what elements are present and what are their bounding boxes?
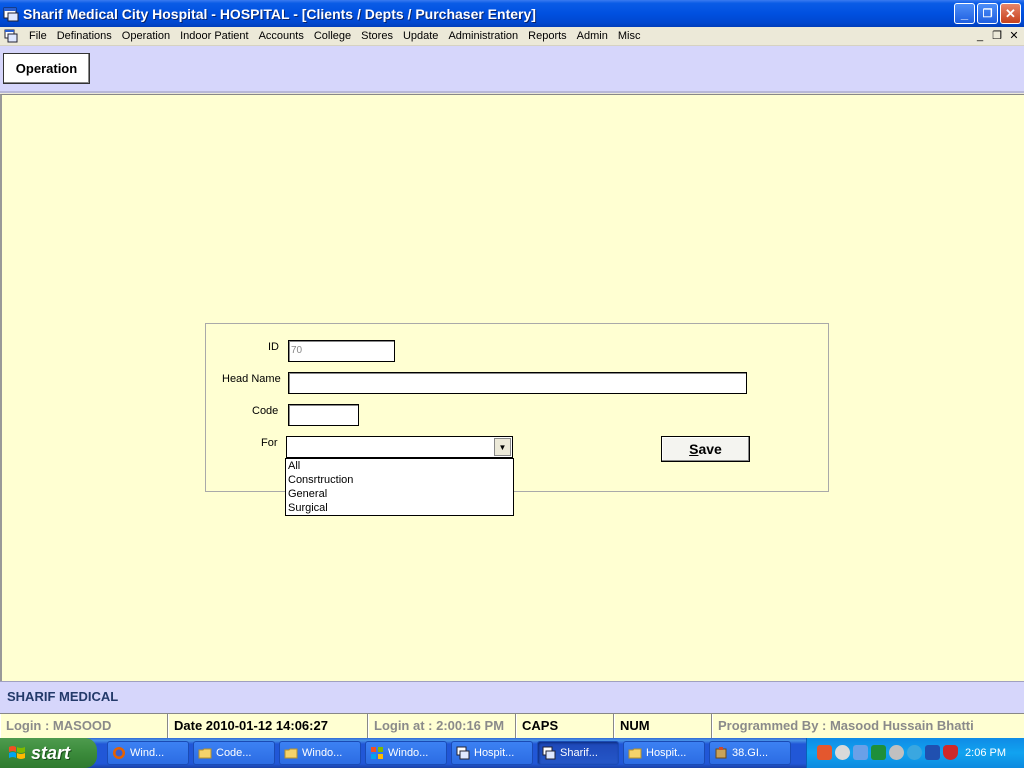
operation-button[interactable]: Operation (3, 53, 90, 84)
code-label: Code (252, 405, 279, 417)
for-option-general[interactable]: General (286, 487, 513, 501)
taskbar: start Wind... Code... Windo... Windo... … (0, 738, 1024, 768)
folder-icon (284, 748, 298, 759)
mdi-close-button[interactable]: ✕ (1006, 29, 1022, 43)
taskbar-item-label: Sharif... (560, 747, 598, 759)
status-caps: CAPS (516, 714, 614, 739)
mdi-minimize-button[interactable]: _ (972, 29, 988, 43)
menu-operation[interactable]: Operation (117, 27, 175, 46)
for-option-surgical[interactable]: Surgical (286, 501, 513, 515)
tray-smiley-icon[interactable] (835, 745, 850, 760)
menu-accounts[interactable]: Accounts (254, 27, 309, 46)
save-button[interactable]: Save (661, 436, 750, 462)
mdi-restore-button[interactable]: ❐ (989, 29, 1005, 43)
save-button-label: Save (689, 441, 722, 457)
brand-bar: SHARIF MEDICAL (0, 681, 1024, 713)
menu-stores[interactable]: Stores (356, 27, 398, 46)
taskbar-item-sharif-active[interactable]: Sharif... (537, 741, 619, 765)
code-field[interactable] (288, 404, 359, 426)
for-dropdown-list: All Consrtruction General Surgical (285, 458, 514, 516)
tray-network-icon[interactable] (853, 745, 868, 760)
taskbar-item-label: 38.GI... (732, 747, 769, 759)
status-date: Date 2010-01-12 14:06:27 (168, 714, 368, 739)
taskbar-item-windows-app[interactable]: Windo... (365, 741, 447, 765)
start-label: start (31, 742, 71, 763)
taskbar-clock[interactable]: 2:06 PM (965, 738, 1006, 768)
taskbar-item-hospital-folder[interactable]: Hospit... (623, 741, 705, 765)
close-button[interactable]: ✕ (1000, 3, 1021, 24)
dropdown-arrow-icon[interactable]: ▼ (494, 438, 511, 456)
main-area: ID 70 Head Name Code For ▼ All Consrtruc… (0, 94, 1024, 681)
id-label: ID (268, 341, 279, 353)
taskbar-item-code-folder[interactable]: Code... (193, 741, 275, 765)
folder-icon (198, 748, 212, 759)
paint-icon (715, 747, 727, 759)
status-login-at: Login at : 2:00:16 PM (368, 714, 516, 739)
menu-bar: File Definations Operation Indoor Patien… (0, 27, 1024, 46)
window-title: Sharif Medical City Hospital - HOSPITAL … (23, 5, 536, 22)
status-login: Login : MASOOD (0, 714, 168, 739)
menu-update[interactable]: Update (398, 27, 443, 46)
system-tray: 2:06 PM (806, 738, 1024, 768)
head-name-label: Head Name (222, 373, 281, 385)
tray-shield-icon[interactable] (943, 745, 958, 760)
taskbar-item-label: Windo... (302, 747, 343, 759)
menu-admin[interactable]: Admin (572, 27, 613, 46)
id-field[interactable]: 70 (288, 340, 395, 362)
title-bar: Sharif Medical City Hospital - HOSPITAL … (0, 0, 1024, 27)
restore-button[interactable]: ❐ (977, 3, 998, 24)
status-num: NUM (614, 714, 712, 739)
taskbar-item-gif-image[interactable]: 38.GI... (709, 741, 791, 765)
taskbar-item-label: Hospit... (646, 747, 687, 759)
taskbar-item-label: Windo... (388, 747, 429, 759)
app-window-icon (3, 7, 19, 21)
tray-sync-icon[interactable] (907, 745, 922, 760)
for-option-consrtruction[interactable]: Consrtruction (286, 473, 513, 487)
tray-tools-icon[interactable] (817, 745, 832, 760)
head-name-field[interactable] (288, 372, 747, 394)
taskbar-item-label: Hospit... (474, 747, 515, 759)
taskbar-item-label: Wind... (130, 747, 165, 759)
firefox-icon (113, 747, 125, 759)
windows-app-icon (371, 747, 383, 759)
mdi-window-icon (456, 746, 470, 760)
tray-app-icon[interactable] (871, 745, 886, 760)
toolbar-strip: Operation (0, 46, 1024, 93)
entry-form: ID 70 Head Name Code For ▼ All Consrtruc… (205, 323, 829, 516)
for-label: For (261, 437, 278, 449)
taskbar-item-firefox[interactable]: Wind... (107, 741, 189, 765)
tray-chat-icon[interactable] (889, 745, 904, 760)
menu-reports[interactable]: Reports (523, 27, 572, 46)
menu-definations[interactable]: Definations (52, 27, 117, 46)
folder-icon (628, 748, 642, 759)
for-option-all[interactable]: All (286, 459, 513, 473)
windows-flag-icon (9, 746, 25, 759)
mdi-child-icon[interactable] (4, 29, 18, 43)
start-button[interactable]: start (0, 738, 97, 768)
brand-text: SHARIF MEDICAL (7, 689, 119, 704)
restore-icon: ❐ (982, 8, 993, 20)
menu-indoor-patient[interactable]: Indoor Patient (175, 27, 254, 46)
taskbar-item-hospital-app[interactable]: Hospit... (451, 741, 533, 765)
for-select[interactable]: ▼ (286, 436, 513, 458)
minimize-button[interactable]: _ (954, 3, 975, 24)
tray-monitor-icon[interactable] (925, 745, 940, 760)
menu-administration[interactable]: Administration (443, 27, 523, 46)
taskbar-item-windows-folder[interactable]: Windo... (279, 741, 361, 765)
menu-file[interactable]: File (24, 27, 52, 46)
menu-college[interactable]: College (309, 27, 356, 46)
minimize-icon: _ (960, 6, 969, 21)
mdi-window-icon (542, 746, 556, 760)
taskbar-item-label: Code... (216, 747, 252, 759)
status-programmed-by: Programmed By : Masood Hussain Bhatti (712, 714, 1024, 739)
menu-misc[interactable]: Misc (613, 27, 646, 46)
status-bar: Login : MASOOD Date 2010-01-12 14:06:27 … (0, 713, 1024, 739)
close-icon: ✕ (1005, 5, 1016, 21)
